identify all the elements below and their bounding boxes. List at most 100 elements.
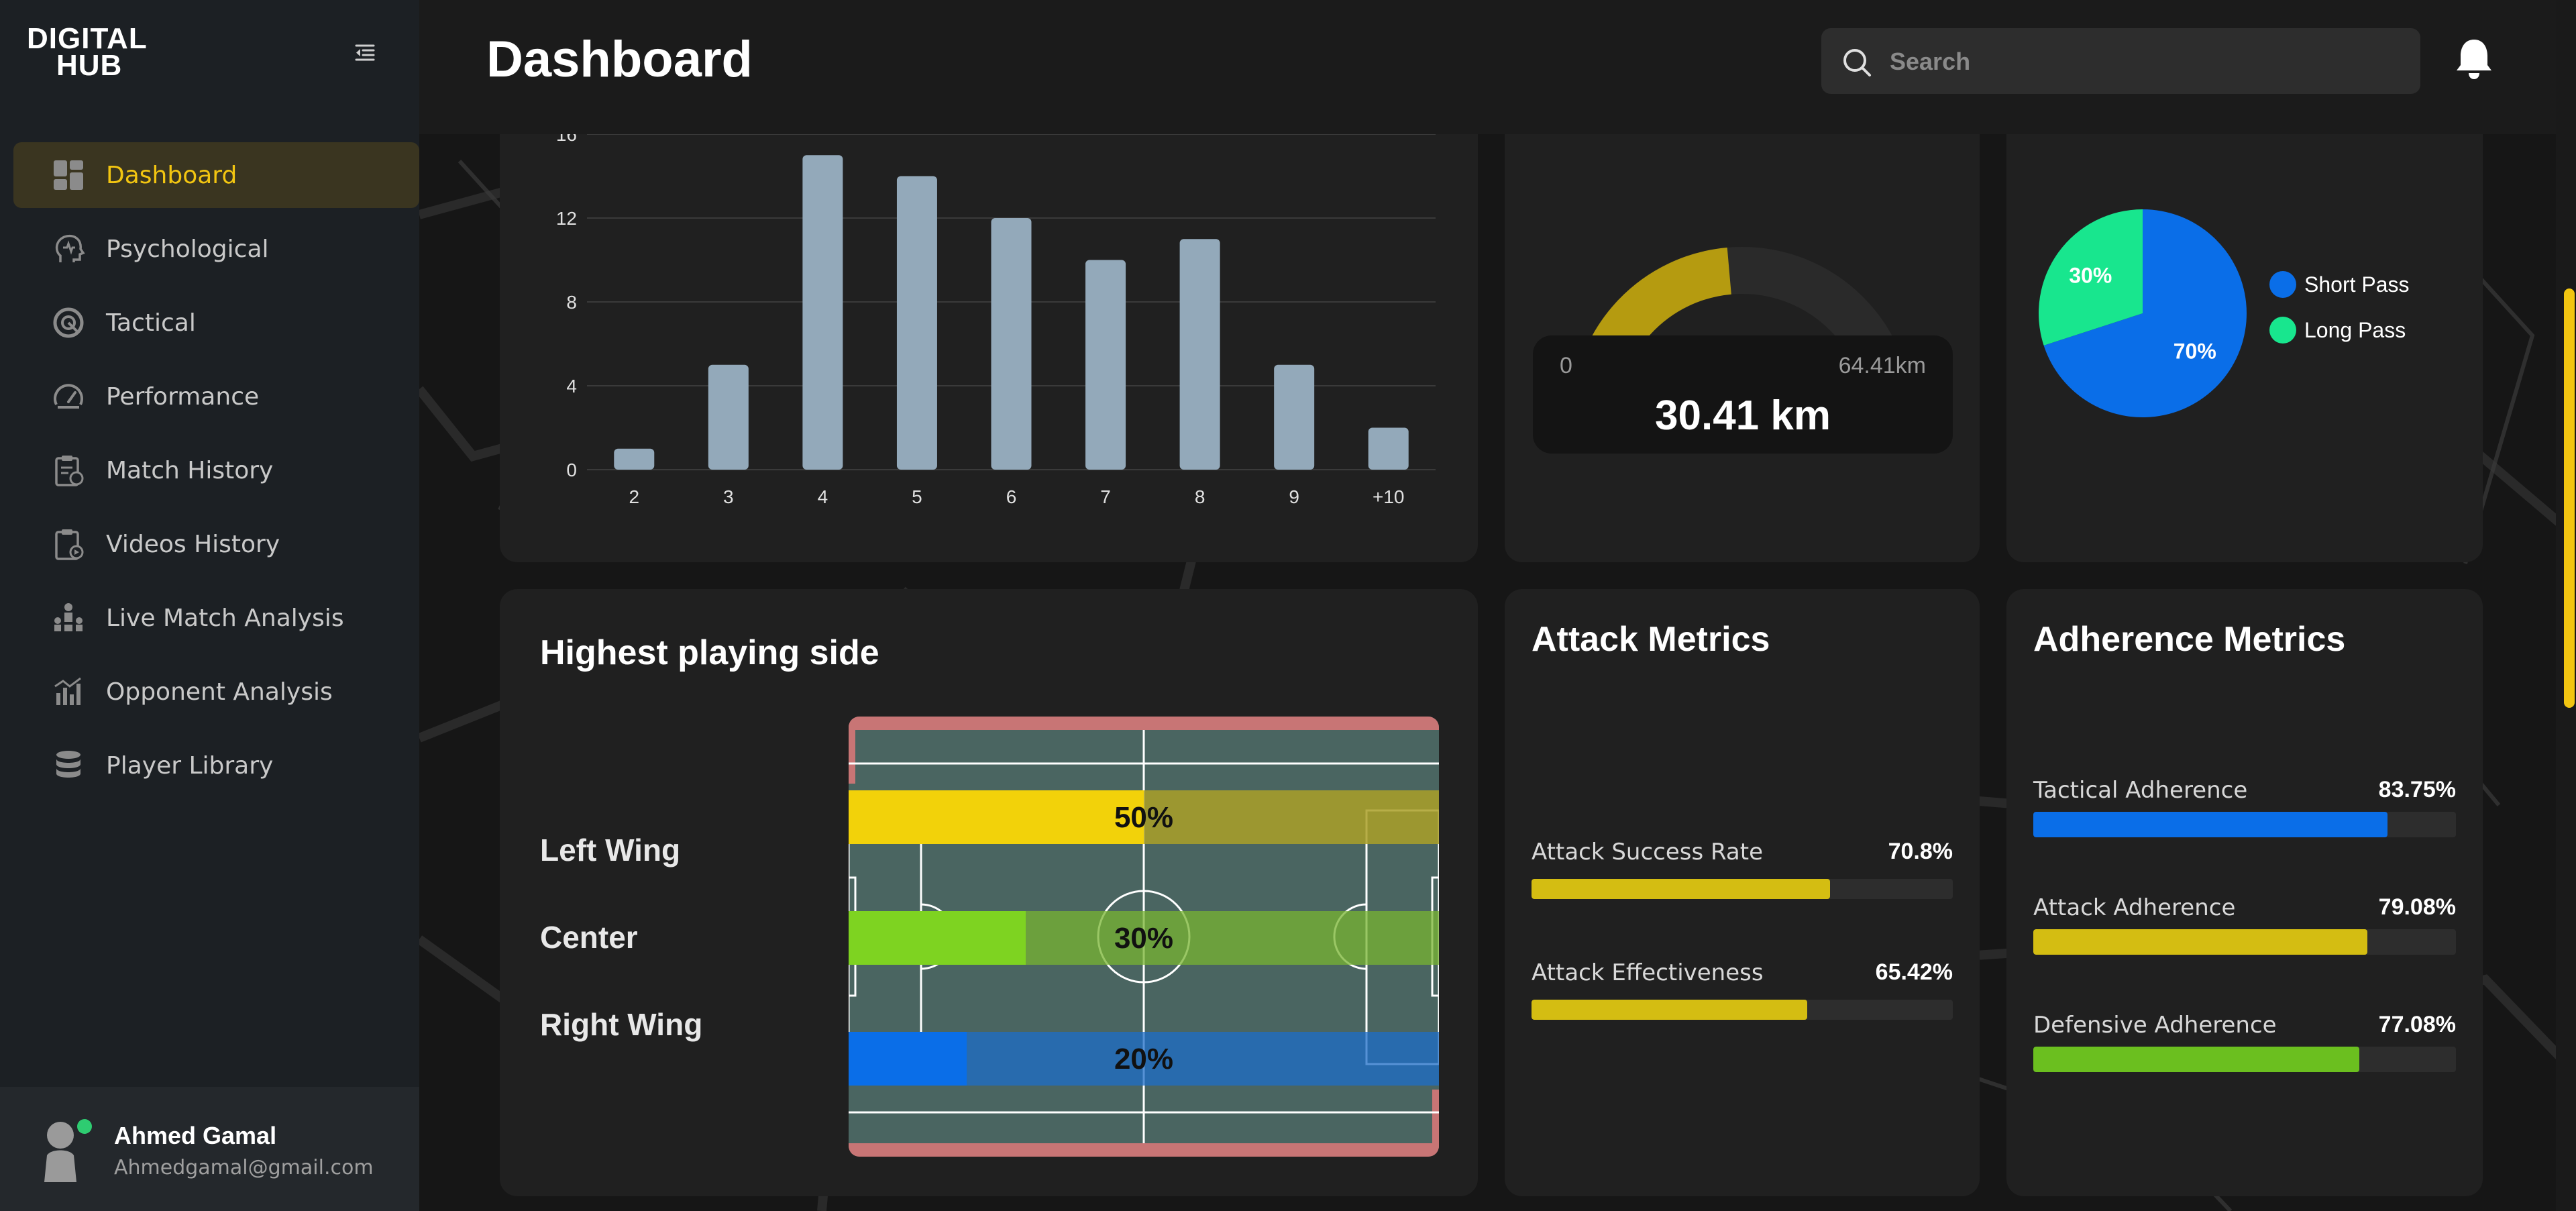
search-bar[interactable]: [1821, 28, 2420, 95]
y-tick-label: 4: [566, 376, 577, 397]
user-email: Ahmedgamal@gmail.com: [114, 1156, 374, 1179]
search-input[interactable]: [1888, 28, 2401, 95]
metric-label: Defensive Adherence: [2033, 1012, 2277, 1039]
metric-label: Tactical Adherence: [2033, 777, 2248, 804]
digital-hub-logo[interactable]: DIGITAL HUB: [27, 22, 148, 82]
sidebar-item-label: Player Library: [106, 751, 274, 780]
sidebar-item-match-history[interactable]: Match History: [13, 437, 419, 503]
logo-line-2: HUB: [56, 49, 123, 82]
sidebar-item-psychological[interactable]: Psychological: [13, 216, 419, 282]
sidebar-item-videos-history[interactable]: Videos History: [13, 511, 419, 577]
sidebar: DIGITAL HUB Dashboard Psychological Tact…: [0, 0, 419, 1211]
legend-short-pass: Short Pass: [2269, 271, 2410, 298]
x-tick-label: +10: [1373, 486, 1405, 507]
bar: [1368, 427, 1409, 470]
adherence-metrics-card: Adherence Metrics Tactical Adherence 83.…: [2006, 589, 2483, 1196]
x-tick-label: 2: [629, 486, 639, 507]
distance-value: 30.41 km: [1655, 392, 1831, 439]
collapse-menu-icon[interactable]: [354, 42, 376, 64]
adherence-metrics-title: Adherence Metrics: [2033, 620, 2346, 659]
side-label-right-wing: Right Wing: [540, 1007, 703, 1042]
sidebar-item-dashboard[interactable]: Dashboard: [13, 142, 419, 208]
pass-type-card: 70% 30% Short Pass Long Pass: [2006, 101, 2483, 562]
top-header: Dashboard: [419, 0, 2576, 134]
metric-track: [2033, 1047, 2456, 1072]
bar-chart: 04812162 3 4 5 6 7 8 9 +10: [556, 124, 1436, 507]
bar-left-wing: 50%: [849, 790, 1439, 844]
distance-card: 0 64.41km 30.41 km: [1505, 101, 1980, 562]
sidebar-item-label: Performance: [106, 382, 260, 411]
metric-defensive-adherence: Defensive Adherence 77.08%: [2033, 1012, 2456, 1072]
x-tick-label: 8: [1195, 486, 1205, 507]
metric-value: 70.8%: [1888, 839, 1953, 864]
online-status-indicator: [77, 1119, 92, 1134]
search-icon: [1843, 49, 1871, 76]
logo-line-1: DIGITAL: [27, 22, 148, 55]
side-label-left-wing: Left Wing: [540, 833, 681, 867]
bar: [991, 218, 1032, 470]
sidebar-nav: Dashboard Psychological Tactical Perform…: [13, 142, 419, 806]
sidebar-item-label: Tactical: [106, 309, 196, 337]
clipboard-icon: [55, 456, 84, 486]
bar-right-wing: 20%: [849, 1032, 1439, 1086]
sidebar-item-player-library[interactable]: Player Library: [13, 733, 419, 798]
notification-bell-icon[interactable]: [2454, 37, 2494, 81]
x-tick-label: 5: [912, 486, 922, 507]
bar: [614, 448, 655, 470]
playing-side-card: Highest playing side Left Wing Center Ri…: [500, 589, 1478, 1196]
metric-track: [1532, 1000, 1953, 1020]
sidebar-item-opponent-analysis[interactable]: Opponent Analysis: [13, 659, 419, 725]
distance-readout-panel: 0 64.41km 30.41 km: [1533, 335, 1953, 454]
distance-gauge: [1571, 247, 1913, 419]
sidebar-item-label: Live Match Analysis: [106, 604, 344, 632]
y-tick-label: 8: [566, 292, 577, 313]
dashboard-icon: [54, 160, 83, 190]
distance-max-label: 64.41km: [1838, 353, 1926, 378]
metric-tactical-adherence: Tactical Adherence 83.75%: [2033, 777, 2456, 837]
legend-label-long: Long Pass: [2304, 317, 2406, 342]
x-tick-label: 6: [1006, 486, 1017, 507]
metric-track: [2033, 929, 2456, 955]
user-profile[interactable]: Ahmed Gamal Ahmedgamal@gmail.com: [0, 1087, 419, 1211]
metric-value: 65.42%: [1875, 959, 1953, 985]
video-clipboard-icon: [55, 529, 84, 560]
sidebar-item-label: Videos History: [106, 530, 280, 558]
x-tick-label: 7: [1100, 486, 1111, 507]
pass-pie-chart: 70% 30%: [2039, 209, 2247, 417]
legend-swatch-long: [2269, 317, 2296, 344]
bar-right-wing-value: 20%: [1114, 1043, 1174, 1075]
bar: [1179, 239, 1220, 470]
legend-label-short: Short Pass: [2304, 272, 2410, 297]
side-label-center: Center: [540, 920, 638, 955]
metric-attack-success-rate: Attack Success Rate 70.8%: [1532, 839, 1953, 899]
y-tick-label: 0: [566, 460, 577, 480]
metric-track: [2033, 812, 2456, 837]
attack-metrics-title: Attack Metrics: [1532, 620, 1770, 659]
metric-fill: [1532, 1000, 1807, 1020]
sidebar-item-performance[interactable]: Performance: [13, 364, 419, 429]
page-title: Dashboard: [486, 31, 753, 88]
metric-fill: [1532, 879, 1830, 899]
sidebar-item-label: Opponent Analysis: [106, 678, 333, 706]
sidebar-item-live-match-analysis[interactable]: Live Match Analysis: [13, 585, 419, 651]
metric-fill: [2033, 929, 2368, 955]
y-tick-label: 12: [556, 208, 577, 229]
user-name: Ahmed Gamal: [114, 1122, 277, 1149]
bar: [802, 155, 843, 470]
target-icon: [53, 307, 84, 338]
sidebar-item-tactical[interactable]: Tactical: [13, 290, 419, 356]
metric-label: Attack Effectiveness: [1532, 959, 1764, 986]
distribution-chart-card: 0 4 8 12 16 2 3 4 5 6 7 8 9 +10: [500, 101, 1478, 562]
metric-fill: [2033, 1047, 2359, 1072]
sidebar-item-label: Psychological: [106, 235, 269, 263]
attack-metrics-card: Attack Metrics Attack Success Rate 70.8%…: [1505, 589, 1980, 1196]
metric-fill: [2033, 812, 2387, 837]
scrollbar-thumb[interactable]: [2564, 288, 2575, 708]
x-tick-label: 3: [723, 486, 734, 507]
legend-swatch-short: [2269, 271, 2296, 298]
x-tick-label: 4: [818, 486, 828, 507]
metric-label: Attack Adherence: [2033, 894, 2236, 921]
database-icon: [56, 751, 80, 778]
metric-value: 77.08%: [2378, 1012, 2456, 1037]
bar: [708, 364, 749, 470]
